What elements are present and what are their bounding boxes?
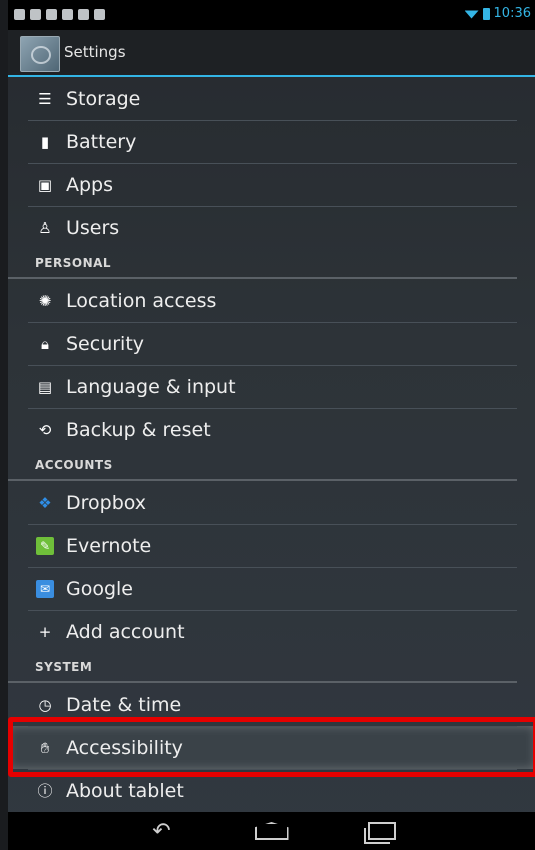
- apps-icon: ▣: [37, 175, 53, 194]
- settings-item-label: Apps: [66, 173, 114, 196]
- settings-item-label: Date & time: [66, 693, 182, 716]
- settings-app-icon[interactable]: [20, 36, 60, 72]
- image-icon: [46, 9, 57, 20]
- settings-item-label: Backup & reset: [66, 418, 211, 441]
- settings-item-users[interactable]: ♙ Users: [8, 206, 535, 249]
- home-button[interactable]: [252, 818, 292, 844]
- back-button[interactable]: ↶: [142, 818, 182, 844]
- keyboard-icon: ▤: [37, 377, 53, 396]
- battery-icon: [482, 7, 490, 20]
- clock-icon: ◷: [38, 695, 52, 714]
- settings-item-apps[interactable]: ▣ Apps: [8, 163, 535, 206]
- evernote-icon: ✎: [36, 536, 54, 555]
- settings-item-google[interactable]: ✉ Google: [8, 567, 535, 610]
- settings-item-label: Evernote: [66, 534, 152, 557]
- settings-item-label: Language & input: [66, 375, 236, 398]
- sim-icon: [78, 9, 89, 20]
- settings-item-label: About tablet: [66, 779, 184, 802]
- section-header-personal: PERSONAL: [8, 249, 517, 279]
- settings-item-backup[interactable]: ⟲ Backup & reset: [8, 408, 535, 451]
- settings-item-label: Battery: [66, 130, 137, 153]
- settings-item-security[interactable]: 🔒︎ Security: [8, 322, 535, 365]
- settings-item-add-account[interactable]: + Add account: [8, 610, 535, 653]
- location-icon: ✺: [38, 291, 52, 310]
- settings-item-battery[interactable]: ▮ Battery: [8, 120, 535, 163]
- page-title: Settings: [64, 43, 126, 61]
- settings-item-storage[interactable]: ☰ Storage: [8, 77, 535, 120]
- dropbox-icon: ❖: [38, 493, 52, 512]
- storage-icon: ☰: [38, 89, 52, 108]
- settings-item-label: Storage: [66, 87, 141, 110]
- settings-item-label: Google: [66, 577, 134, 600]
- battery-icon: ▮: [40, 132, 50, 151]
- back-icon: ↶: [152, 818, 171, 844]
- settings-item-label: Users: [66, 216, 120, 239]
- lock-icon: 🔒︎: [41, 334, 49, 353]
- settings-item-evernote[interactable]: ✎ Evernote: [8, 524, 535, 567]
- recent-apps-icon: [363, 822, 396, 844]
- section-header-accounts: ACCOUNTS: [8, 451, 517, 481]
- info-icon: ⓘ: [37, 782, 53, 800]
- navigation-bar: ↶: [8, 812, 535, 850]
- settings-item-label: Add account: [66, 620, 185, 643]
- settings-item-label: Location access: [66, 289, 217, 312]
- settings-item-label: Dropbox: [66, 491, 147, 514]
- wifi-icon: [464, 10, 479, 19]
- status-clock: 10:36: [493, 6, 531, 21]
- usb-icon: [94, 9, 105, 20]
- backup-icon: ⟲: [38, 420, 52, 439]
- settings-list: ☰ Storage ▮ Battery ▣ Apps ♙ Users PERSO…: [8, 77, 535, 812]
- settings-item-label: Security: [66, 332, 145, 355]
- home-icon: [254, 822, 289, 840]
- notification-icon: [14, 9, 25, 20]
- status-bar: 10:36: [8, 0, 535, 30]
- settings-item-location[interactable]: ✺ Location access: [8, 279, 535, 322]
- status-icons: 10:36: [464, 6, 531, 21]
- users-icon: ♙: [38, 218, 52, 237]
- plus-icon: +: [38, 622, 52, 641]
- settings-item-dropbox[interactable]: ❖ Dropbox: [8, 481, 535, 524]
- action-bar: Settings: [8, 30, 535, 77]
- settings-item-language[interactable]: ▤ Language & input: [8, 365, 535, 408]
- shield-icon: [62, 9, 73, 20]
- highlight-annotation-box: [8, 717, 535, 777]
- cloud-icon: [30, 9, 41, 20]
- section-header-system: SYSTEM: [8, 653, 517, 683]
- recent-apps-button[interactable]: [362, 818, 402, 844]
- settings-screen: 10:36 Settings ☰ Storage ▮ Battery ▣ App…: [8, 0, 535, 850]
- notification-icons: [14, 9, 105, 20]
- google-icon: ✉: [36, 579, 54, 598]
